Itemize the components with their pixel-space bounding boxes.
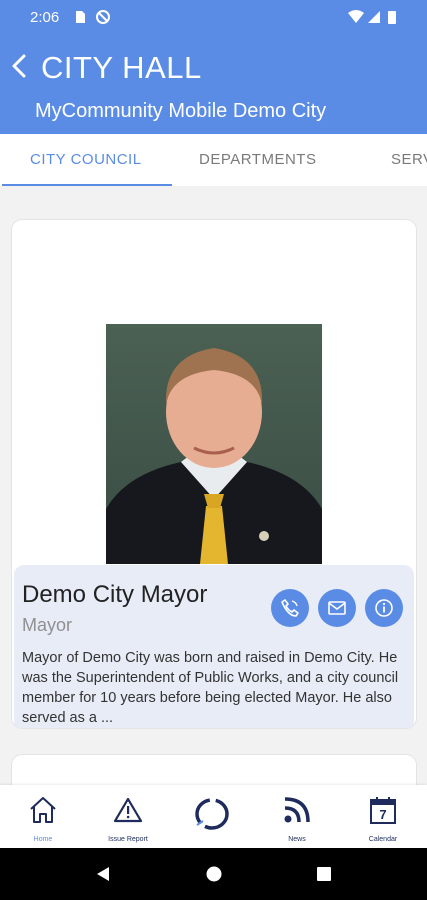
system-home-icon[interactable] — [206, 866, 222, 882]
phone-icon — [281, 599, 299, 617]
nav-calendar-label: Calendar — [368, 836, 398, 843]
page-title: CITY HALL — [41, 50, 202, 85]
envelope-icon — [328, 601, 346, 615]
email-button[interactable] — [318, 589, 356, 627]
page-subtitle: MyCommunity Mobile Demo City — [35, 100, 327, 122]
status-time: 2:06 — [30, 9, 60, 26]
tab-services[interactable]: SERV — [391, 151, 427, 168]
member-info-panel: Demo City Mayor Mayor Mayor of Demo City… — [14, 565, 414, 728]
system-recents-icon[interactable] — [316, 866, 332, 882]
back-arrow-icon[interactable] — [8, 50, 30, 82]
tab-city-council[interactable]: CITY COUNCIL — [30, 151, 142, 168]
signal-icon — [368, 11, 380, 23]
warning-icon — [113, 797, 143, 823]
member-bio: Mayor of Demo City was born and raised i… — [22, 650, 399, 726]
nav-news[interactable]: News — [262, 793, 332, 845]
nav-app-logo[interactable] — [177, 793, 247, 845]
nav-calendar[interactable]: 7 Calendar — [348, 793, 418, 845]
bottom-navigation: Home Issue Report News 7 Calendar — [0, 785, 427, 848]
info-button[interactable] — [365, 589, 403, 627]
nav-issue-report[interactable]: Issue Report — [93, 793, 163, 845]
app-header: CITY HALL MyCommunity Mobile Demo City — [0, 34, 427, 134]
sim-card-icon — [76, 11, 85, 23]
nav-home[interactable]: Home — [8, 793, 78, 845]
wifi-icon — [348, 10, 364, 23]
tab-bar: CITY COUNCIL DEPARTMENTS SERV — [0, 134, 427, 186]
calendar-day-number: 7 — [379, 807, 386, 822]
member-name: Demo City Mayor — [22, 581, 208, 608]
nav-home-label: Home — [33, 836, 53, 843]
calendar-icon: 7 — [370, 797, 396, 824]
nav-issue-report-label: Issue Report — [108, 836, 148, 843]
rss-icon — [284, 797, 310, 823]
system-navigation-bar — [0, 848, 427, 900]
battery-icon — [388, 11, 396, 24]
app-logo-icon — [195, 798, 229, 830]
member-role: Mayor — [22, 615, 73, 635]
active-tab-indicator — [2, 184, 172, 186]
call-button[interactable] — [271, 589, 309, 627]
council-member-card[interactable]: Demo City Mayor Mayor Mayor of Demo City… — [12, 220, 416, 728]
info-icon — [375, 599, 393, 617]
home-icon — [30, 797, 56, 823]
system-back-icon[interactable] — [95, 866, 111, 882]
status-bar: 2:06 — [0, 0, 427, 34]
nav-news-label: News — [288, 836, 306, 843]
tab-departments[interactable]: DEPARTMENTS — [199, 151, 316, 168]
do-not-disturb-icon — [96, 10, 110, 24]
member-photo — [106, 324, 322, 564]
